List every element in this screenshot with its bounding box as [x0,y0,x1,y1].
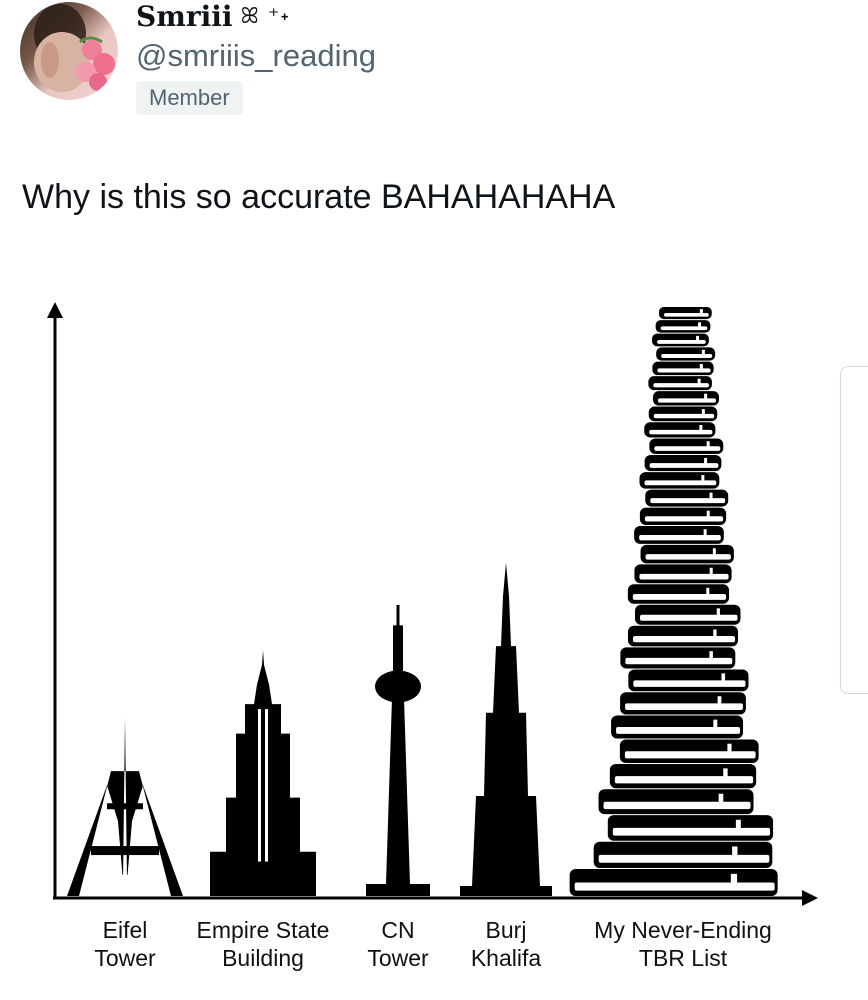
name-decoration: ꕤ ⁺˖ [240,4,290,29]
scrollbar-handle[interactable] [840,366,868,694]
member-badge: Member [136,81,243,115]
book [620,692,746,715]
cn-tower-upper [393,625,403,684]
avatar[interactable] [20,2,118,100]
book [640,544,734,564]
x-tick-label: TBR List [639,945,728,971]
book [611,715,744,739]
tbr-meme-chart[interactable]: EifelTowerEmpire StateBuildingCNTowerBur… [0,250,868,990]
x-tick-label: Eifel [103,917,148,943]
book [644,455,722,472]
x-tick-label: Tower [367,945,429,971]
chart-labels: EifelTowerEmpire StateBuildingCNTowerBur… [94,917,772,971]
bar-5 [569,306,778,896]
book [619,739,759,764]
book [634,564,732,584]
book [609,764,757,789]
cn-tower-antenna [396,605,400,629]
book [652,391,719,406]
book [620,647,736,669]
y-axis-arrow-icon [47,302,63,318]
x-tick-label: CN [381,917,414,943]
book [639,472,720,489]
eiffel-deck [107,803,143,810]
burj-khalifa-mark [460,562,552,896]
eiffel-arch [97,874,153,896]
display-name[interactable]: Smriii [136,0,233,33]
book [598,789,754,815]
book [627,584,730,604]
empire-stripe [258,709,261,862]
book [607,815,774,841]
bar-2 [210,650,316,896]
book [648,376,712,391]
tweet-text: Why is this so accurate BAHAHAHAHA [22,178,616,216]
x-tick-label: Burj [486,917,527,943]
book [569,869,778,896]
chart-marks [67,306,778,896]
bar-4 [460,562,552,896]
cn-tower-base [366,884,430,896]
empire-stripe [265,709,268,862]
x-tick-label: Tower [94,945,156,971]
eiffel-deck [91,846,159,856]
cn-tower-shaft [386,698,410,884]
x-tick-label: Khalifa [471,945,542,971]
book [635,604,741,625]
x-tick-label: My Never-Ending [594,917,772,943]
book [639,507,727,526]
book [655,320,711,333]
x-axis-arrow-icon [802,890,818,906]
book [627,625,739,647]
bar-3 [366,605,430,896]
x-tick-label: Empire State [197,917,330,943]
book [628,669,749,692]
book [656,347,716,361]
book [648,406,718,422]
book [658,306,712,320]
empire-state-building-mark [210,650,316,896]
book [652,361,714,376]
book [644,422,716,438]
user-handle[interactable]: @smriiis_reading [136,38,376,74]
x-tick-label: Building [222,945,304,971]
book [634,526,724,544]
book [652,333,709,347]
book [593,841,773,868]
book [649,438,724,455]
book [645,489,729,507]
bar-1 [67,717,183,896]
